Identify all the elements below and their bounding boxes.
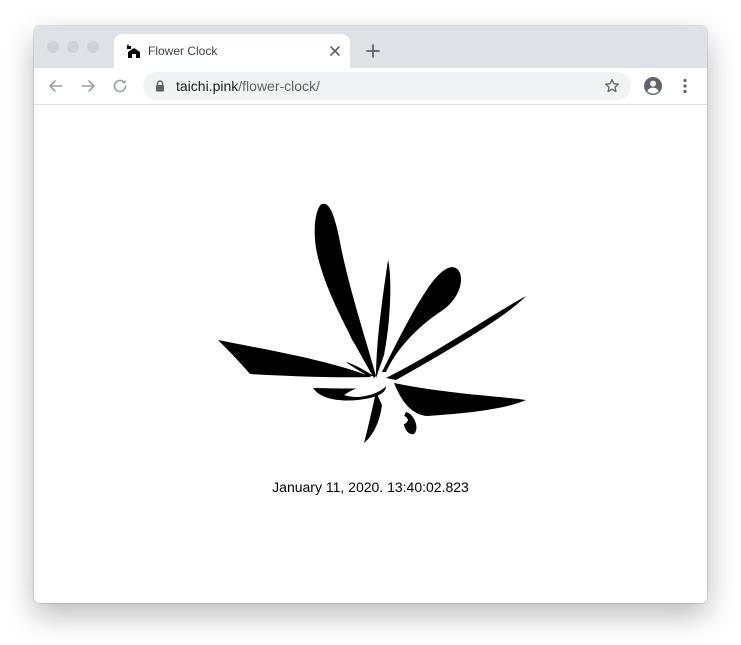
- star-icon[interactable]: [604, 78, 620, 94]
- zoom-window-button[interactable]: [87, 41, 99, 53]
- address-bar[interactable]: taichi.pink/flower-clock/: [143, 72, 631, 100]
- arrow-left-icon[interactable]: [47, 77, 65, 95]
- tab-strip: Flower Clock: [34, 26, 707, 68]
- plus-icon[interactable]: [365, 43, 381, 59]
- browser-window: Flower Clock taichi.pink/flower-clock/ J…: [34, 26, 707, 603]
- clock-readout: January 11, 2020. 13:40:02.823: [272, 479, 469, 495]
- tab-title: Flower Clock: [148, 44, 218, 58]
- close-icon[interactable]: [328, 44, 342, 58]
- minimize-window-button[interactable]: [67, 41, 79, 53]
- reload-icon[interactable]: [111, 77, 129, 95]
- close-window-button[interactable]: [47, 41, 59, 53]
- account-icon[interactable]: [643, 76, 663, 96]
- tab-flower-clock[interactable]: Flower Clock: [114, 34, 350, 68]
- kebab-menu-icon[interactable]: [676, 77, 694, 95]
- url-text[interactable]: taichi.pink/flower-clock/: [176, 78, 320, 94]
- url-path: /flower-clock/: [238, 78, 320, 94]
- arrow-right-icon[interactable]: [79, 77, 97, 95]
- toolbar: taichi.pink/flower-clock/: [34, 68, 707, 105]
- cat-on-roof-icon: [127, 44, 140, 58]
- lock-icon: [156, 80, 164, 92]
- page-content: January 11, 2020. 13:40:02.823: [34, 105, 707, 603]
- url-host: taichi.pink: [176, 78, 239, 94]
- flower-illustration: [218, 203, 526, 443]
